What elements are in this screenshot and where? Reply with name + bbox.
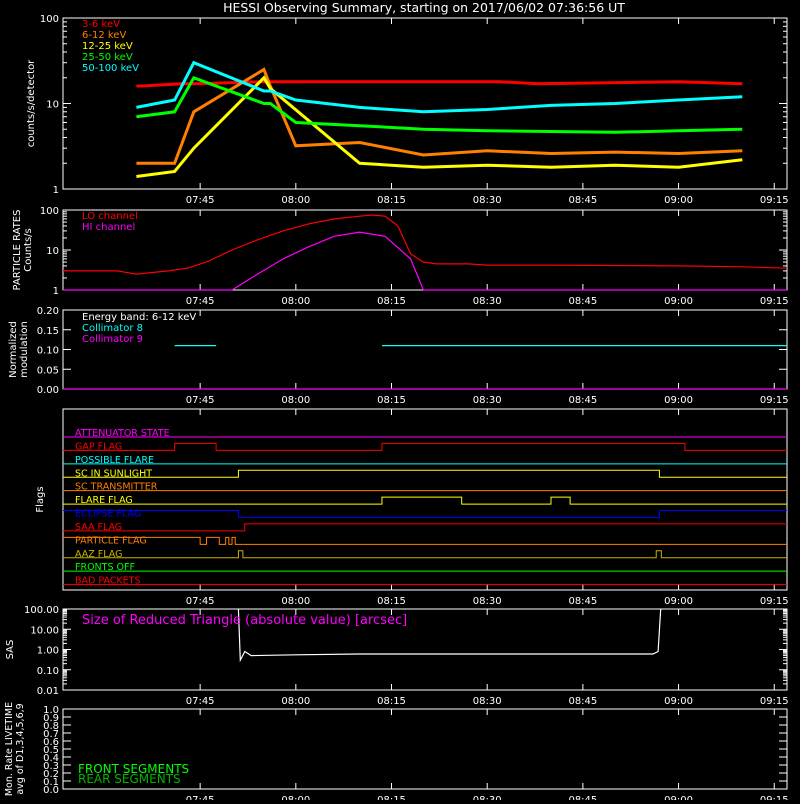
y-tick-label: 100 xyxy=(40,14,59,25)
legend-entry: 6-12 keV xyxy=(82,30,126,41)
x-tick-label: 07:45 xyxy=(186,696,215,707)
legend-entry: 50-100 keV xyxy=(82,63,139,74)
x-tick-label: 08:45 xyxy=(568,296,597,307)
x-tick-label: 09:00 xyxy=(664,696,693,707)
x-tick-label: 08:45 xyxy=(568,696,597,707)
legend-entry: REAR SEGMENTS xyxy=(78,772,181,786)
legend-entry: 3-6 keV xyxy=(82,19,120,30)
x-tick-label: 08:30 xyxy=(473,795,502,800)
x-tick-label: 08:00 xyxy=(281,395,310,406)
y-tick-label: 0.15 xyxy=(37,326,59,337)
x-tick-label: 08:15 xyxy=(377,195,406,206)
x-tick-label: 08:00 xyxy=(281,696,310,707)
y-axis-label: Mon. Rate LIVETIME xyxy=(4,702,15,796)
y-axis-label: counts/s/detector xyxy=(26,59,37,147)
x-tick-label: 09:00 xyxy=(664,296,693,307)
y-tick-label: 10 xyxy=(46,100,59,111)
x-tick-label: 08:15 xyxy=(377,795,406,800)
y-axis-label: Flags xyxy=(35,486,46,512)
x-tick-label: 08:45 xyxy=(568,596,597,607)
legend-entry: 12-25 keV xyxy=(82,41,133,52)
x-tick-label: 08:15 xyxy=(377,395,406,406)
x-tick-label: 09:00 xyxy=(664,596,693,607)
x-tick-label: 09:00 xyxy=(664,795,693,800)
y-tick-label: 0.05 xyxy=(37,365,59,376)
y-axis-label: modulation xyxy=(19,321,30,378)
y-tick-label: 1.00 xyxy=(37,646,59,657)
x-tick-label: 09:15 xyxy=(760,795,789,800)
y-tick-label: 100.00 xyxy=(24,605,59,616)
legend-entry: 25-50 keV xyxy=(82,52,133,63)
y-tick-label: 10.00 xyxy=(30,625,59,636)
y-axis-label: Counts/s xyxy=(23,228,34,272)
y-axis-label: avg of D1,3,4,5,6,9 xyxy=(15,703,26,794)
chart-title: HESSI Observing Summary, starting on 201… xyxy=(223,0,625,15)
x-tick-label: 09:15 xyxy=(760,296,789,307)
y-axis-label: SAS xyxy=(5,640,16,660)
x-tick-label: 09:15 xyxy=(760,195,789,206)
x-tick-label: 08:45 xyxy=(568,795,597,800)
y-tick-label: 10 xyxy=(46,246,59,257)
legend-entry: Size of Reduced Triangle (absolute value… xyxy=(82,613,407,628)
y-tick-label: 0.10 xyxy=(37,666,59,677)
y-tick-label: 1 xyxy=(53,185,59,196)
y-tick-label: 0.00 xyxy=(37,385,59,396)
y-tick-label: 0.10 xyxy=(37,346,59,357)
x-tick-label: 08:45 xyxy=(568,395,597,406)
legend-entry: Collimator 9 xyxy=(82,334,143,345)
x-tick-label: 09:15 xyxy=(760,596,789,607)
legend-entry: Collimator 8 xyxy=(82,323,143,334)
x-tick-label: 08:30 xyxy=(473,296,502,307)
legend-entry: HI channel xyxy=(82,222,135,233)
y-tick-label: 100 xyxy=(40,206,59,217)
x-tick-label: 08:00 xyxy=(281,596,310,607)
y-axis-label: PARTICLE RATES xyxy=(12,210,23,291)
x-tick-label: 07:45 xyxy=(186,296,215,307)
x-tick-label: 08:30 xyxy=(473,395,502,406)
x-tick-label: 07:45 xyxy=(186,596,215,607)
x-tick-label: 09:15 xyxy=(760,696,789,707)
x-tick-label: 09:00 xyxy=(664,395,693,406)
x-tick-label: 07:45 xyxy=(186,795,215,800)
x-tick-label: 07:45 xyxy=(186,195,215,206)
x-tick-label: 08:15 xyxy=(377,296,406,307)
legend-entry: Energy band: 6-12 keV xyxy=(82,312,196,323)
x-tick-label: 08:00 xyxy=(281,795,310,800)
x-tick-label: 08:15 xyxy=(377,696,406,707)
y-tick-label: 0.20 xyxy=(37,306,59,317)
x-tick-label: 07:45 xyxy=(186,395,215,406)
y-tick-label: 0.01 xyxy=(37,686,59,697)
x-tick-label: 08:00 xyxy=(281,296,310,307)
hessi-summary-figure: HESSI Observing Summary, starting on 201… xyxy=(0,0,800,804)
x-tick-label: 08:45 xyxy=(568,195,597,206)
y-tick-label: 1.0 xyxy=(43,705,59,716)
x-tick-label: 08:30 xyxy=(473,596,502,607)
x-tick-label: 08:30 xyxy=(473,195,502,206)
x-tick-label: 08:15 xyxy=(377,596,406,607)
x-tick-label: 08:30 xyxy=(473,696,502,707)
y-tick-label: 1 xyxy=(53,286,59,297)
x-tick-label: 09:15 xyxy=(760,395,789,406)
x-tick-label: 09:00 xyxy=(664,195,693,206)
x-tick-label: 08:00 xyxy=(281,195,310,206)
legend-entry: LO channel xyxy=(82,211,138,222)
y-axis-label: Normalized xyxy=(8,321,19,378)
